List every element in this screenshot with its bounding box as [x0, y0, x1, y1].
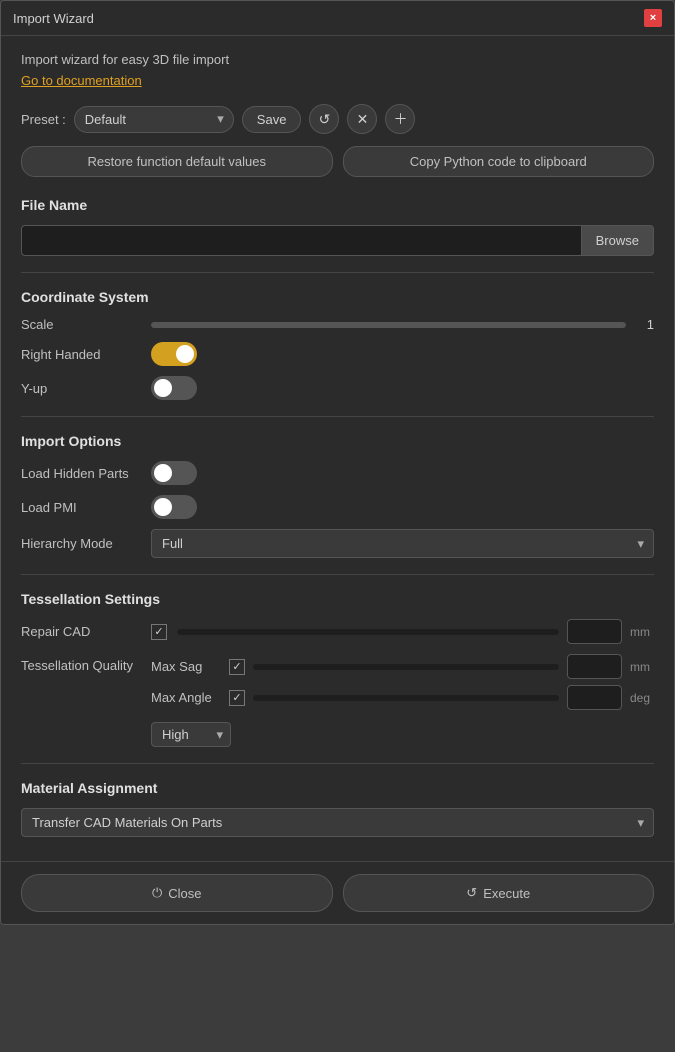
tess-quality-label: Tessellation Quality — [21, 654, 141, 673]
execute-button[interactable]: ↺ Execute — [343, 874, 655, 912]
yup-row: Y-up — [21, 376, 654, 400]
scale-value: 1 — [634, 317, 654, 332]
preset-select[interactable]: Default — [74, 106, 234, 133]
divider-3 — [21, 574, 654, 575]
file-name-input[interactable] — [21, 225, 581, 256]
max-angle-checkbox[interactable]: ✓ — [229, 690, 245, 706]
tessellation-title: Tessellation Settings — [21, 591, 654, 607]
yup-toggle[interactable] — [151, 376, 197, 400]
right-handed-thumb — [176, 345, 194, 363]
yup-track — [151, 376, 197, 400]
load-hidden-toggle[interactable] — [151, 461, 197, 485]
tess-quality-row: Tessellation Quality Max Sag ✓ 0.1 mm Ma… — [21, 654, 654, 747]
close-button[interactable]: ⏻ Close — [21, 874, 333, 912]
repair-slider[interactable] — [177, 629, 559, 635]
max-angle-row: Max Angle ✓ 15 deg — [151, 685, 654, 710]
repair-unit: mm — [630, 625, 654, 639]
hierarchy-dropdown-wrap: Full — [151, 529, 654, 558]
material-title: Material Assignment — [21, 780, 654, 796]
yup-label: Y-up — [21, 381, 141, 396]
close-label: Close — [168, 886, 201, 901]
delete-button[interactable]: ✕ — [347, 104, 377, 134]
divider-4 — [21, 763, 654, 764]
max-angle-label: Max Angle — [151, 690, 221, 705]
browse-button[interactable]: Browse — [581, 225, 654, 256]
copy-python-button[interactable]: Copy Python code to clipboard — [343, 146, 655, 177]
refresh-button[interactable]: ↺ — [309, 104, 339, 134]
load-pmi-thumb — [154, 498, 172, 516]
action-buttons: Restore function default values Copy Pyt… — [21, 146, 654, 177]
material-select[interactable]: Transfer CAD Materials On Parts None — [21, 808, 654, 837]
title-bar: Import Wizard × — [1, 1, 674, 36]
import-options-title: Import Options — [21, 433, 654, 449]
right-handed-track — [151, 342, 197, 366]
load-hidden-track — [151, 461, 197, 485]
hierarchy-select[interactable]: Full — [151, 529, 654, 558]
repair-value-input[interactable]: 0.1 — [567, 619, 622, 644]
tess-quality-select[interactable]: High Medium Low Custom — [151, 722, 231, 747]
doc-link[interactable]: Go to documentation — [21, 73, 142, 88]
coordinate-section-title: Coordinate System — [21, 289, 654, 305]
scale-input-wrap: 1 — [151, 317, 654, 332]
add-button[interactable]: ＋ — [385, 104, 415, 134]
execute-icon: ↺ — [466, 885, 477, 901]
tess-quality-select-wrap: High Medium Low Custom — [151, 722, 231, 747]
footer-buttons: ⏻ Close ↺ Execute — [1, 861, 674, 924]
right-handed-row: Right Handed — [21, 342, 654, 366]
load-pmi-track — [151, 495, 197, 519]
right-handed-label: Right Handed — [21, 347, 141, 362]
restore-defaults-button[interactable]: Restore function default values — [21, 146, 333, 177]
scale-label: Scale — [21, 317, 141, 332]
file-section-title: File Name — [21, 197, 654, 213]
load-pmi-label: Load PMI — [21, 500, 141, 515]
max-sag-value-input[interactable]: 0.1 — [567, 654, 622, 679]
max-sag-label: Max Sag — [151, 659, 221, 674]
repair-right: 0.1 mm — [177, 619, 654, 644]
execute-label: Execute — [483, 886, 530, 901]
preset-select-wrap: Default — [74, 106, 234, 133]
preset-label: Preset : — [21, 112, 66, 127]
hierarchy-row: Hierarchy Mode Full — [21, 529, 654, 558]
repair-cad-checkbox[interactable]: ✓ — [151, 624, 167, 640]
load-pmi-toggle[interactable] — [151, 495, 197, 519]
save-button[interactable]: Save — [242, 106, 302, 133]
hierarchy-label: Hierarchy Mode — [21, 536, 141, 551]
window-title: Import Wizard — [13, 11, 94, 26]
max-angle-slider[interactable] — [253, 695, 559, 701]
preset-row: Preset : Default Save ↺ ✕ ＋ — [21, 104, 654, 134]
scale-slider-track[interactable] — [151, 322, 626, 328]
max-sag-unit: mm — [630, 660, 654, 674]
max-sag-checkbox[interactable]: ✓ — [229, 659, 245, 675]
close-icon: ⏻ — [152, 885, 162, 901]
repair-cad-row: Repair CAD ✓ 0.1 mm — [21, 619, 654, 644]
right-handed-toggle[interactable] — [151, 342, 197, 366]
main-content: Import wizard for easy 3D file import Go… — [1, 36, 674, 861]
window-close-button[interactable]: × — [644, 9, 662, 27]
material-dropdown-wrap: Transfer CAD Materials On Parts None — [21, 808, 654, 837]
scale-row: Scale 1 — [21, 317, 654, 332]
repair-cad-label: Repair CAD — [21, 624, 141, 639]
intro-description: Import wizard for easy 3D file import — [21, 52, 654, 67]
import-wizard-window: Import Wizard × Import wizard for easy 3… — [0, 0, 675, 925]
load-hidden-label: Load Hidden Parts — [21, 466, 141, 481]
file-name-row: Browse — [21, 225, 654, 256]
divider-2 — [21, 416, 654, 417]
max-angle-value-input[interactable]: 15 — [567, 685, 622, 710]
max-sag-slider[interactable] — [253, 664, 559, 670]
scale-slider-fill — [151, 322, 626, 328]
load-pmi-row: Load PMI — [21, 495, 654, 519]
load-hidden-thumb — [154, 464, 172, 482]
load-hidden-row: Load Hidden Parts — [21, 461, 654, 485]
tess-right: Max Sag ✓ 0.1 mm Max Angle ✓ 15 deg — [151, 654, 654, 747]
max-angle-unit: deg — [630, 691, 654, 705]
max-sag-row: Max Sag ✓ 0.1 mm — [151, 654, 654, 679]
yup-thumb — [154, 379, 172, 397]
divider-1 — [21, 272, 654, 273]
